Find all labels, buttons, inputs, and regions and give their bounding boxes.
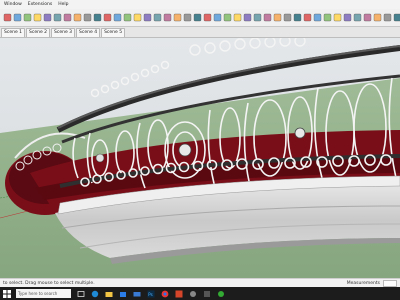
railing-model-render bbox=[0, 38, 400, 278]
section-plane-icon[interactable] bbox=[203, 13, 212, 22]
eraser-icon[interactable] bbox=[13, 13, 22, 22]
axes-icon[interactable] bbox=[133, 13, 142, 22]
wireframe-icon[interactable] bbox=[303, 13, 312, 22]
store-icon[interactable] bbox=[118, 289, 127, 298]
top-view-icon[interactable] bbox=[233, 13, 242, 22]
scene-tab-1[interactable]: Scene 1 bbox=[1, 28, 26, 37]
front-view-icon[interactable] bbox=[243, 13, 252, 22]
left-view-icon[interactable] bbox=[273, 13, 282, 22]
scene-tab-3[interactable]: Scene 3 bbox=[51, 28, 76, 37]
menu-extensions[interactable]: Extensions bbox=[28, 2, 52, 7]
app-icon-2[interactable] bbox=[202, 289, 211, 298]
layout-icon[interactable] bbox=[373, 13, 382, 22]
zoom-icon[interactable] bbox=[163, 13, 172, 22]
push-pull-icon[interactable] bbox=[53, 13, 62, 22]
style-builder-icon[interactable] bbox=[383, 13, 392, 22]
file-explorer-icon[interactable] bbox=[104, 289, 113, 298]
scene-tab-2[interactable]: Scene 2 bbox=[26, 28, 51, 37]
measurements-label: Measurements bbox=[346, 280, 380, 286]
status-hint: to select. Drag mouse to select multiple… bbox=[3, 280, 95, 286]
tape-measure-icon[interactable] bbox=[103, 13, 112, 22]
iso-view-icon[interactable] bbox=[223, 13, 232, 22]
right-view-icon[interactable] bbox=[253, 13, 262, 22]
taskbar-search-input[interactable]: Type here to search bbox=[16, 289, 71, 298]
menu-help[interactable]: Help bbox=[58, 2, 68, 7]
shaded-icon[interactable] bbox=[323, 13, 332, 22]
chrome-icon[interactable] bbox=[160, 289, 169, 298]
textured-icon[interactable] bbox=[333, 13, 342, 22]
mail-icon[interactable] bbox=[132, 289, 141, 298]
app-icon-1[interactable] bbox=[188, 289, 197, 298]
edge-icon[interactable] bbox=[90, 289, 99, 298]
sketchup-icon[interactable] bbox=[174, 289, 183, 298]
scene-tab-4[interactable]: Scene 4 bbox=[76, 28, 101, 37]
scene-tab-5[interactable]: Scene 5 bbox=[101, 28, 126, 37]
orbit-icon[interactable] bbox=[143, 13, 152, 22]
windows-logo-icon bbox=[2, 289, 11, 298]
measurements-input[interactable] bbox=[383, 279, 397, 287]
bottom-view-icon[interactable] bbox=[283, 13, 292, 22]
move-icon[interactable] bbox=[63, 13, 72, 22]
pencil-icon[interactable] bbox=[23, 13, 32, 22]
task-view-icon[interactable] bbox=[76, 289, 85, 298]
rotate-icon[interactable] bbox=[73, 13, 82, 22]
pan-icon[interactable] bbox=[153, 13, 162, 22]
windows-taskbar: Type here to search Ps bbox=[0, 287, 400, 300]
photoshop-icon[interactable]: Ps bbox=[146, 289, 155, 298]
monochrome-icon[interactable] bbox=[343, 13, 352, 22]
menu-window[interactable]: Window bbox=[4, 2, 22, 7]
paint-bucket-icon[interactable] bbox=[33, 13, 42, 22]
walk-icon[interactable] bbox=[183, 13, 192, 22]
components-icon[interactable] bbox=[393, 13, 400, 22]
select-arrow-icon[interactable] bbox=[3, 13, 12, 22]
protractor-icon[interactable] bbox=[113, 13, 122, 22]
start-button[interactable] bbox=[2, 289, 11, 298]
xray-icon[interactable] bbox=[293, 13, 302, 22]
warehouse-icon[interactable] bbox=[353, 13, 362, 22]
app-icon-3[interactable] bbox=[216, 289, 225, 298]
text-icon[interactable] bbox=[123, 13, 132, 22]
hidden-line-icon[interactable] bbox=[313, 13, 322, 22]
menu-bar: Window Extensions Help bbox=[0, 0, 400, 9]
extension-warehouse-icon[interactable] bbox=[363, 13, 372, 22]
zoom-extents-icon[interactable] bbox=[173, 13, 182, 22]
circle-icon[interactable] bbox=[43, 13, 52, 22]
scene-tabs: Scene 1 Scene 2 Scene 3 Scene 4 Scene 5 bbox=[0, 27, 400, 38]
svg-text:Ps: Ps bbox=[148, 291, 152, 296]
main-toolbar bbox=[0, 9, 400, 27]
look-around-icon[interactable] bbox=[193, 13, 202, 22]
scale-icon[interactable] bbox=[83, 13, 92, 22]
model-viewport[interactable] bbox=[0, 38, 400, 278]
section-display-icon[interactable] bbox=[213, 13, 222, 22]
status-bar: to select. Drag mouse to select multiple… bbox=[0, 278, 400, 287]
offset-icon[interactable] bbox=[93, 13, 102, 22]
back-view-icon[interactable] bbox=[263, 13, 272, 22]
